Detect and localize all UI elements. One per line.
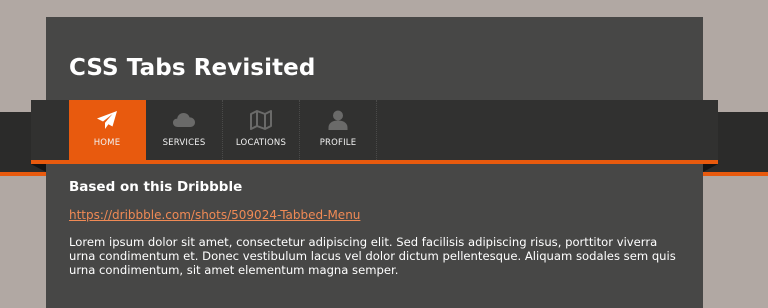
page-title: CSS Tabs Revisited (69, 55, 316, 81)
map-icon (249, 109, 273, 131)
tab-home[interactable]: HOME (69, 100, 146, 160)
tab-label: LOCATIONS (235, 138, 287, 148)
paper-plane-icon (95, 109, 119, 131)
cloud-icon (172, 109, 196, 131)
tab-profile[interactable]: PROFILE (300, 100, 377, 160)
tab-label: HOME (93, 138, 121, 148)
ribbon-fold-left (31, 164, 46, 172)
tab-label: SERVICES (162, 138, 206, 148)
content-heading: Based on this Dribbble (69, 179, 243, 195)
ribbon-fold-right (703, 164, 718, 172)
tab-label: PROFILE (319, 138, 357, 148)
tab-services[interactable]: SERVICES (146, 100, 223, 160)
dribbble-link[interactable]: https://dribbble.com/shots/509024-Tabbed… (69, 208, 360, 222)
content-paragraph: Lorem ipsum dolor sit amet, consectetur … (69, 235, 676, 277)
tab-list: HOME SERVICES LOCATIONS PROFILE (69, 100, 377, 160)
user-icon (326, 109, 350, 131)
tab-locations[interactable]: LOCATIONS (223, 100, 300, 160)
